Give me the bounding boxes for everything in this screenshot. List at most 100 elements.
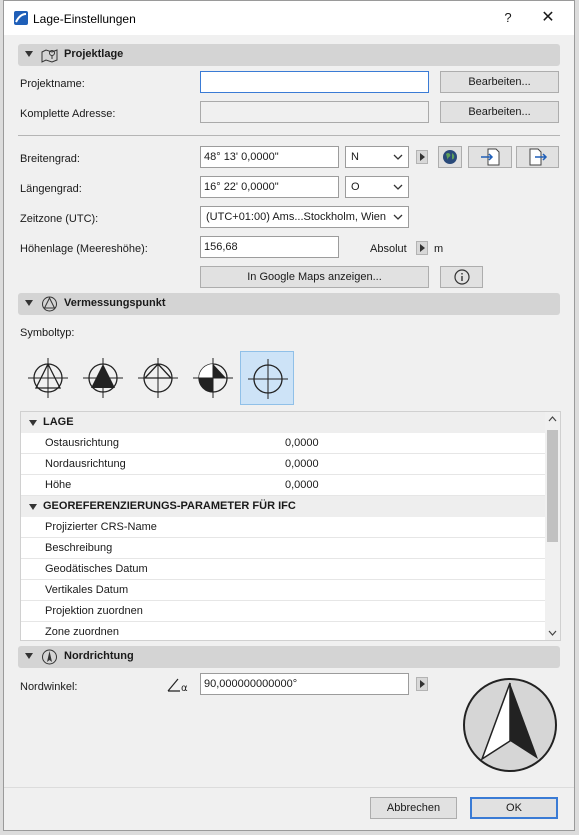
- export-file-icon: [529, 148, 547, 166]
- row-name: Projektion zuordnen: [45, 605, 143, 617]
- projektname-input[interactable]: [200, 71, 429, 93]
- table-row[interactable]: Ostausrichtung 0,0000: [21, 433, 546, 454]
- scroll-down-icon[interactable]: [548, 630, 557, 636]
- hoehe-input[interactable]: 156,68: [200, 236, 339, 258]
- globe-icon: [443, 150, 457, 164]
- svg-text:α: α: [181, 683, 188, 694]
- divider: [18, 135, 560, 136]
- symbol-type-3[interactable]: [131, 351, 185, 405]
- symboltyp-label: Symboltyp:: [20, 327, 75, 339]
- app-logo-icon: [14, 11, 28, 25]
- nordwinkel-expand-button[interactable]: [416, 677, 428, 691]
- angle-icon: α: [167, 678, 188, 694]
- section-title: Nordrichtung: [64, 650, 134, 662]
- edit-adresse-button[interactable]: Bearbeiten...: [440, 101, 559, 123]
- import-location-button[interactable]: [468, 146, 512, 168]
- nordwinkel-input[interactable]: 90,000000000000°: [200, 673, 409, 695]
- section-title: Vermessungspunkt: [64, 297, 166, 309]
- section-nordrichtung[interactable]: Nordrichtung: [18, 646, 560, 668]
- edit-projektname-button[interactable]: Bearbeiten...: [440, 71, 559, 93]
- table-group-title: LAGE: [43, 416, 74, 428]
- chevron-down-icon: [393, 184, 403, 190]
- survey-symbol-half-diamond-icon: [138, 358, 178, 398]
- projektname-label: Projektname:: [20, 78, 85, 90]
- export-location-button[interactable]: [516, 146, 559, 168]
- close-button[interactable]: ✕: [536, 7, 560, 29]
- row-value[interactable]: 0,0000: [285, 437, 319, 449]
- row-value[interactable]: 0,0000: [285, 479, 319, 491]
- row-name: Zone zuordnen: [45, 626, 119, 638]
- breitengrad-input[interactable]: 48° 13' 0,0000": [200, 146, 339, 168]
- collapse-arrow-icon[interactable]: [25, 51, 33, 57]
- row-name: Ostausrichtung: [45, 437, 119, 449]
- scrollbar-thumb[interactable]: [547, 430, 558, 542]
- adresse-input[interactable]: [200, 101, 429, 123]
- symbol-type-1[interactable]: [21, 351, 75, 405]
- select-value: O: [351, 181, 360, 193]
- breitengrad-label: Breitengrad:: [20, 153, 80, 165]
- symbol-type-2[interactable]: [76, 351, 130, 405]
- select-value: N: [351, 151, 359, 163]
- title-bar: Lage-Einstellungen ? ✕: [4, 1, 574, 35]
- survey-symbol-quarter-filled-icon: [193, 358, 233, 398]
- table-row[interactable]: Projizierter CRS-Name: [21, 517, 546, 538]
- table-row[interactable]: Projektion zuordnen: [21, 601, 546, 622]
- symbol-type-4[interactable]: [186, 351, 240, 405]
- row-name: Höhe: [45, 479, 72, 491]
- section-projektlage[interactable]: Projektlage: [18, 44, 560, 66]
- import-file-icon: [481, 148, 500, 166]
- row-name: Nordausrichtung: [45, 458, 126, 470]
- chevron-down-icon: [393, 154, 403, 160]
- globe-button[interactable]: [438, 146, 462, 168]
- collapse-arrow-icon[interactable]: [25, 300, 33, 306]
- google-maps-button[interactable]: In Google Maps anzeigen...: [200, 266, 429, 288]
- help-button[interactable]: ?: [496, 7, 520, 29]
- ok-button[interactable]: OK: [470, 797, 558, 819]
- nordwinkel-label: Nordwinkel:: [20, 681, 78, 693]
- table-row[interactable]: Beschreibung: [21, 538, 546, 559]
- table-group-lage[interactable]: LAGE: [21, 412, 546, 433]
- zeitzone-select[interactable]: (UTC+01:00) Ams...Stockholm, Wien: [200, 206, 409, 228]
- collapse-arrow-icon[interactable]: [25, 653, 33, 659]
- info-button[interactable]: [440, 266, 483, 288]
- collapse-arrow-icon[interactable]: [29, 420, 37, 426]
- laengengrad-direction-select[interactable]: O: [345, 176, 409, 198]
- table-scrollbar[interactable]: [545, 412, 560, 640]
- section-vermessungspunkt[interactable]: Vermessungspunkt: [18, 293, 560, 315]
- unit-label: m: [434, 243, 444, 255]
- survey-symbol-filled-triangle-icon: [83, 358, 123, 398]
- table-row[interactable]: Höhe 0,0000: [21, 475, 546, 496]
- cancel-button[interactable]: Abbrechen: [370, 797, 457, 819]
- row-name: Geodätisches Datum: [45, 563, 148, 575]
- footer-divider: [4, 787, 574, 788]
- adresse-label: Komplette Adresse:: [20, 108, 116, 120]
- section-title: Projektlage: [64, 48, 124, 60]
- select-value: (UTC+01:00) Ams...Stockholm, Wien: [206, 211, 387, 223]
- table-row[interactable]: Nordausrichtung 0,0000: [21, 454, 546, 475]
- survey-symbol-crosshair-icon: [248, 359, 288, 399]
- zeitzone-label: Zeitzone (UTC):: [20, 213, 99, 225]
- row-name: Projizierter CRS-Name: [45, 521, 157, 533]
- absolut-expand-button[interactable]: [416, 241, 428, 255]
- row-value[interactable]: 0,0000: [285, 458, 319, 470]
- laengengrad-input[interactable]: 16° 22' 0,0000": [200, 176, 339, 198]
- row-name: Beschreibung: [45, 542, 113, 554]
- table-row[interactable]: Geodätisches Datum: [21, 559, 546, 580]
- row-name: Vertikales Datum: [45, 584, 129, 596]
- table-group-ifc[interactable]: GEOREFERENZIERUNGS-PARAMETER FÜR IFC: [21, 496, 546, 517]
- north-direction-compass-icon[interactable]: [462, 677, 558, 773]
- breitengrad-expand-button[interactable]: [416, 150, 428, 164]
- survey-point-table: LAGE Ostausrichtung 0,0000 Nordausrichtu…: [20, 411, 561, 641]
- scroll-up-icon[interactable]: [548, 416, 557, 422]
- collapse-arrow-icon[interactable]: [29, 504, 37, 510]
- breitengrad-direction-select[interactable]: N: [345, 146, 409, 168]
- absolut-label: Absolut: [370, 243, 407, 255]
- chevron-down-icon: [393, 214, 403, 220]
- laengengrad-label: Längengrad:: [20, 183, 82, 195]
- table-row[interactable]: Zone zuordnen: [21, 622, 546, 640]
- info-icon: [453, 269, 470, 285]
- symbol-type-5[interactable]: [240, 351, 294, 405]
- survey-point-icon: [42, 296, 57, 312]
- table-row[interactable]: Vertikales Datum: [21, 580, 546, 601]
- survey-symbol-outline-triangle-icon: [28, 358, 68, 398]
